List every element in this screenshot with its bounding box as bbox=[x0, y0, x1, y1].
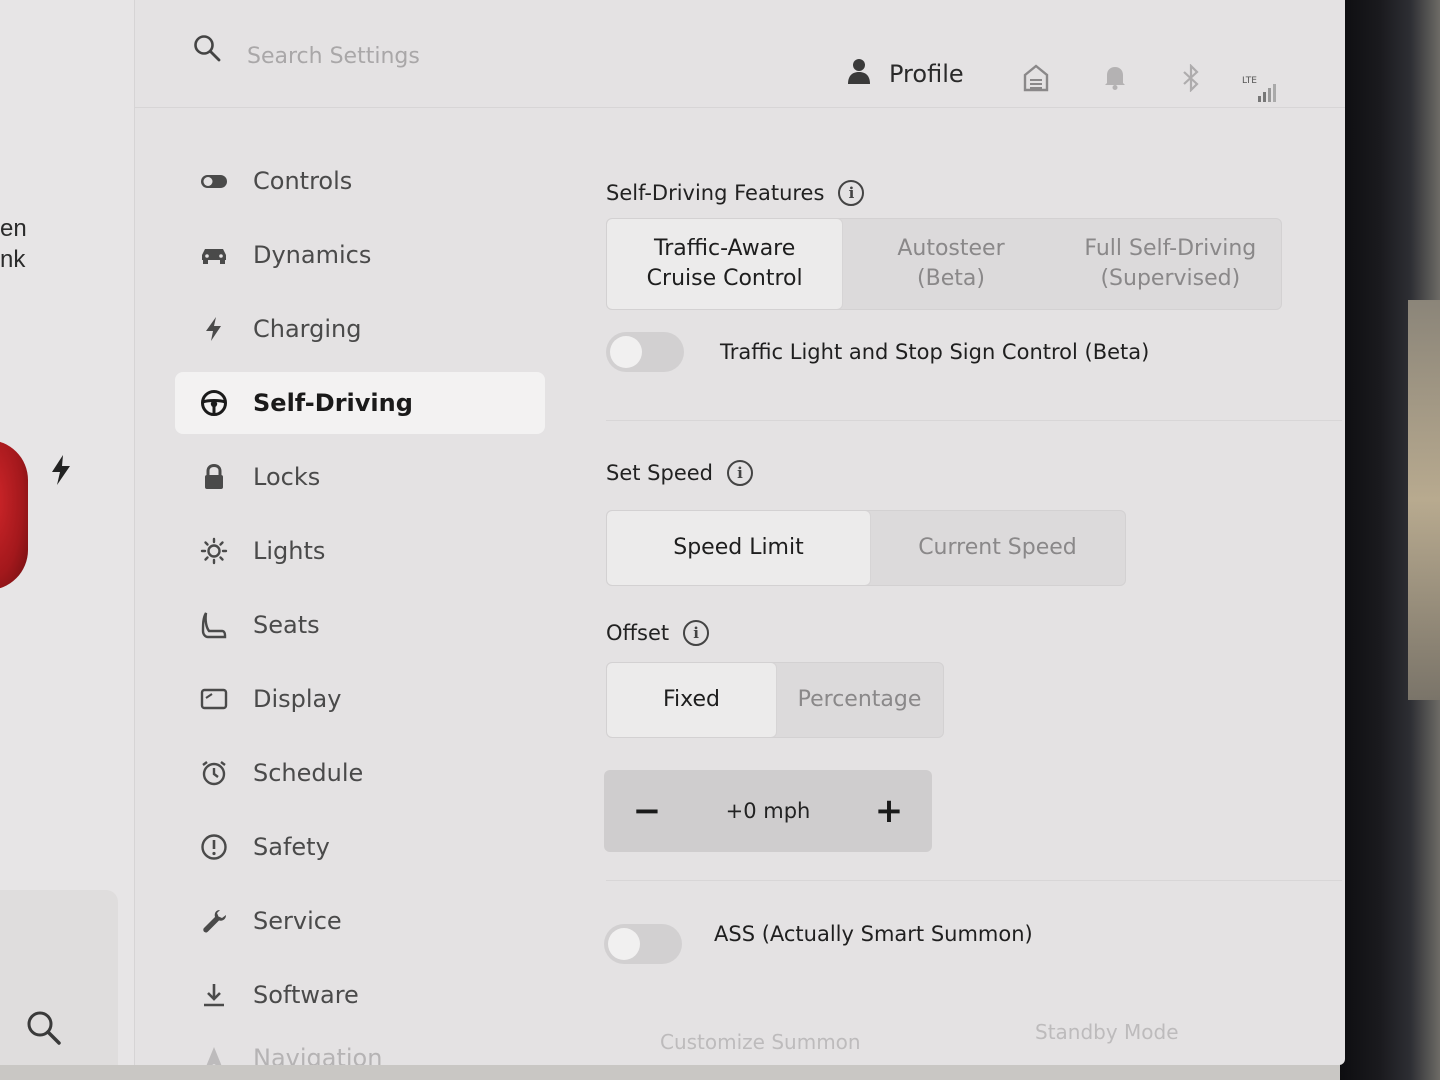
sidebar-item-lights[interactable]: Lights bbox=[175, 520, 545, 582]
option-traffic-aware-cruise-control[interactable]: Traffic-Aware Cruise Control bbox=[607, 219, 843, 309]
set-speed-selector: Speed Limit Current Speed bbox=[606, 510, 1126, 586]
sidebar-item-label: Schedule bbox=[253, 759, 364, 787]
sidebar-item-navigation[interactable]: Navigation bbox=[175, 1038, 545, 1065]
self-driving-feature-selector: Traffic-Aware Cruise Control Autosteer (Be… bbox=[606, 218, 1282, 310]
offset-stepper: − +0 mph + bbox=[604, 770, 932, 852]
search-icon[interactable] bbox=[26, 1010, 62, 1055]
section-title: Set Speed bbox=[606, 461, 713, 485]
sidebar-item-software[interactable]: Software bbox=[175, 964, 545, 1026]
info-icon[interactable]: i bbox=[727, 460, 753, 486]
offset-value: +0 mph bbox=[725, 799, 811, 823]
sidebar-item-label: Charging bbox=[253, 315, 362, 343]
option-line: (Beta) bbox=[917, 266, 985, 291]
seat-icon bbox=[199, 610, 229, 640]
sidebar-item-label: Controls bbox=[253, 167, 353, 195]
sidebar-item-label: Seats bbox=[253, 611, 320, 639]
profile-label: Profile bbox=[889, 60, 964, 88]
option-line: Cruise Control bbox=[646, 266, 803, 291]
sidebar-item-dynamics[interactable]: Dynamics bbox=[175, 224, 545, 286]
option-speed-limit[interactable]: Speed Limit bbox=[607, 511, 870, 585]
option-fixed[interactable]: Fixed bbox=[607, 663, 776, 737]
signal-strength-icon bbox=[1257, 80, 1287, 110]
lightning-icon bbox=[199, 314, 229, 344]
settings-screen: en nk Profile LTE bbox=[0, 0, 1345, 1065]
search-icon[interactable] bbox=[193, 34, 223, 64]
info-icon[interactable]: i bbox=[838, 180, 865, 206]
toggle-knob bbox=[610, 336, 642, 368]
offset-selector: Fixed Percentage bbox=[606, 662, 944, 738]
sidebar-item-service[interactable]: Service bbox=[175, 890, 545, 952]
standby-mode-link[interactable]: Standby Mode bbox=[1035, 1020, 1179, 1044]
sidebar-item-label: Self-Driving bbox=[253, 389, 413, 417]
actually-smart-summon-label: ASS (Actually Smart Summon) bbox=[714, 922, 1033, 946]
settings-sidebar: Controls Dynamics Charging Self-Driving … bbox=[175, 150, 545, 1065]
bell-icon[interactable] bbox=[1103, 64, 1133, 94]
sidebar-item-schedule[interactable]: Schedule bbox=[175, 742, 545, 804]
option-line: Traffic-Aware bbox=[654, 236, 796, 261]
sidebar-item-locks[interactable]: Locks bbox=[175, 446, 545, 508]
display-icon bbox=[199, 684, 229, 714]
sidebar-item-self-driving[interactable]: Self-Driving bbox=[175, 372, 545, 434]
car-image bbox=[0, 440, 28, 590]
search-input[interactable] bbox=[247, 38, 647, 74]
sidebar-item-label: Dynamics bbox=[253, 241, 372, 269]
offset-heading: Offset i bbox=[606, 620, 710, 646]
profile-button[interactable]: Profile bbox=[847, 58, 964, 90]
toggle-icon bbox=[199, 166, 229, 196]
sidebar-item-seats[interactable]: Seats bbox=[175, 594, 545, 656]
window-reflection bbox=[1408, 300, 1440, 700]
self-driving-features-heading: Self-Driving Features i bbox=[606, 180, 865, 206]
increment-button[interactable]: + bbox=[874, 791, 904, 831]
sidebar-item-label: Display bbox=[253, 685, 342, 713]
car-panel-text-1[interactable]: en bbox=[0, 215, 27, 243]
actually-smart-summon-toggle[interactable] bbox=[604, 924, 682, 964]
decrement-button[interactable]: − bbox=[632, 791, 662, 831]
sidebar-item-safety[interactable]: Safety bbox=[175, 816, 545, 878]
charging-bolt-icon bbox=[50, 455, 72, 493]
option-full-self-driving[interactable]: Full Self-Driving (Supervised) bbox=[1060, 219, 1281, 309]
option-line: Autosteer bbox=[897, 236, 1005, 261]
top-bar: Profile LTE bbox=[135, 0, 1345, 108]
homelink-garage-icon[interactable] bbox=[1023, 64, 1053, 94]
navigation-arrow-icon bbox=[199, 1043, 229, 1065]
traffic-light-toggle-label: Traffic Light and Stop Sign Control (Bet… bbox=[720, 340, 1150, 364]
person-icon bbox=[847, 58, 871, 90]
section-divider bbox=[606, 880, 1342, 881]
download-icon bbox=[199, 980, 229, 1010]
option-line: Full Self-Driving bbox=[1084, 236, 1257, 261]
lte-label: LTE bbox=[1242, 76, 1257, 86]
option-current-speed[interactable]: Current Speed bbox=[870, 511, 1125, 585]
option-percentage[interactable]: Percentage bbox=[776, 663, 943, 737]
car-panel: en nk bbox=[0, 0, 135, 1065]
sidebar-item-label: Navigation bbox=[253, 1044, 383, 1065]
car-panel-text-2[interactable]: nk bbox=[0, 246, 25, 274]
bluetooth-icon[interactable] bbox=[1181, 63, 1211, 94]
alarm-clock-icon bbox=[199, 758, 229, 788]
customize-summon-link[interactable]: Customize Summon bbox=[660, 1030, 861, 1054]
traffic-light-toggle[interactable] bbox=[606, 332, 684, 372]
steering-wheel-icon bbox=[199, 388, 229, 418]
info-icon[interactable]: i bbox=[683, 620, 710, 646]
set-speed-heading: Set Speed i bbox=[606, 460, 753, 486]
sidebar-item-label: Software bbox=[253, 981, 359, 1009]
car-icon bbox=[199, 240, 229, 270]
sidebar-item-label: Service bbox=[253, 907, 342, 935]
sun-icon bbox=[199, 536, 229, 566]
option-line: (Supervised) bbox=[1100, 266, 1241, 291]
section-title: Offset bbox=[606, 621, 670, 645]
sidebar-item-label: Lights bbox=[253, 537, 326, 565]
sidebar-item-display[interactable]: Display bbox=[175, 668, 545, 730]
alert-circle-icon bbox=[199, 832, 229, 862]
lock-icon bbox=[199, 462, 229, 492]
sidebar-item-controls[interactable]: Controls bbox=[175, 150, 545, 212]
option-autosteer[interactable]: Autosteer (Beta) bbox=[842, 219, 1059, 309]
section-divider bbox=[606, 420, 1342, 421]
section-title: Self-Driving Features bbox=[606, 181, 825, 205]
sidebar-item-charging[interactable]: Charging bbox=[175, 298, 545, 360]
toggle-knob bbox=[608, 928, 640, 960]
sidebar-item-label: Locks bbox=[253, 463, 321, 491]
wrench-icon bbox=[199, 906, 229, 936]
sidebar-item-label: Safety bbox=[253, 833, 330, 861]
